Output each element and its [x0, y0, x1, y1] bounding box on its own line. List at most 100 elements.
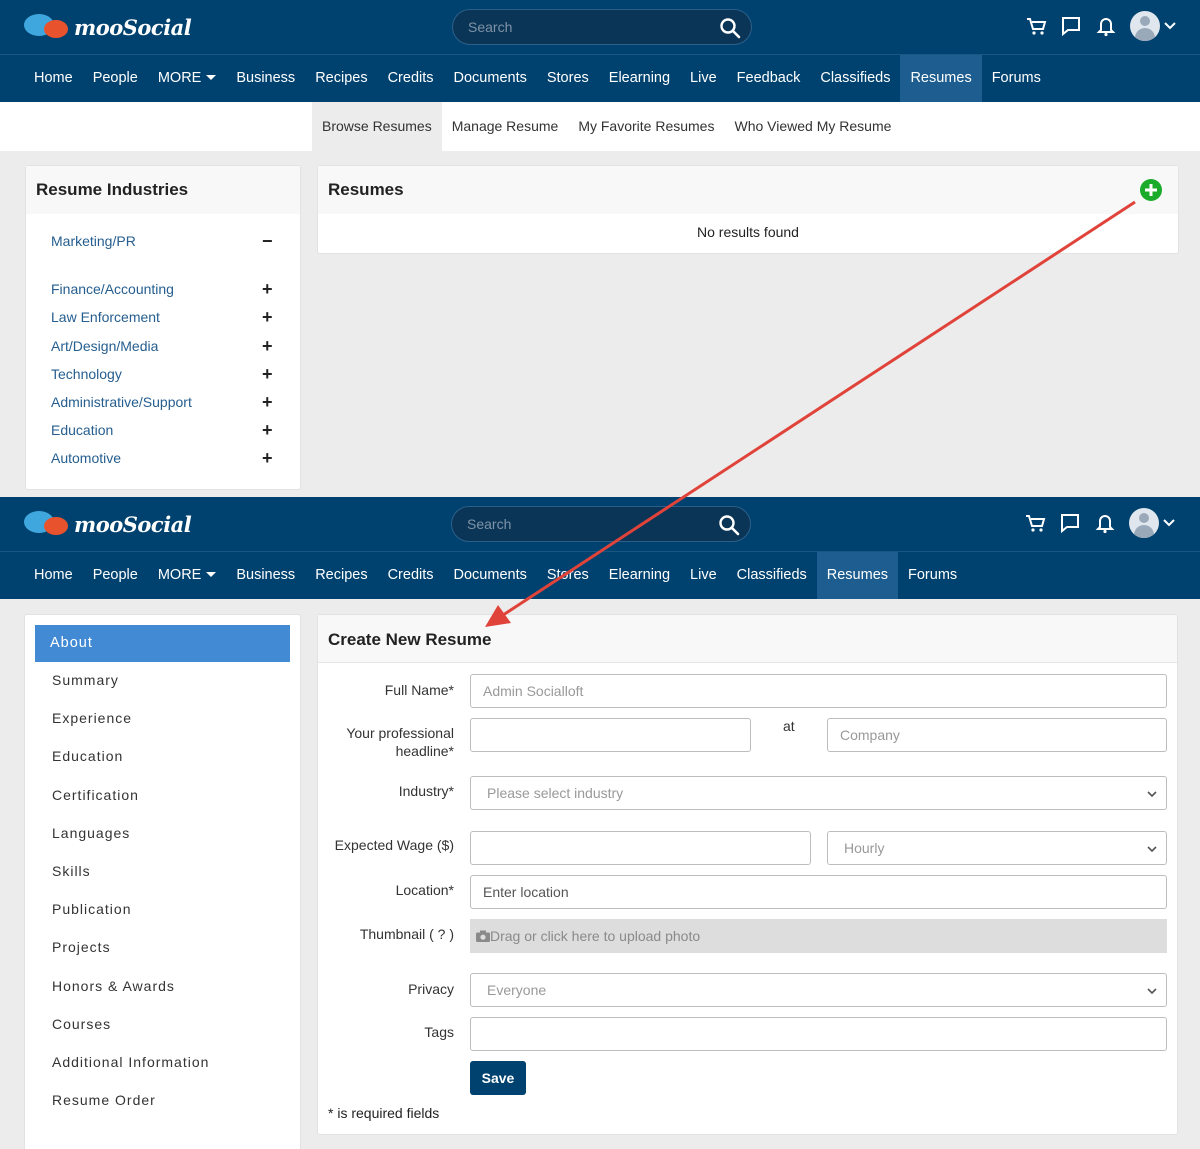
- cart-icon[interactable]: [1024, 512, 1046, 534]
- nav-item-stores[interactable]: Stores: [537, 552, 599, 599]
- bell-icon[interactable]: [1095, 15, 1117, 37]
- nav-item-recipes[interactable]: Recipes: [305, 552, 377, 599]
- nav-item-forums[interactable]: Forums: [982, 55, 1051, 102]
- industries-title: Resume Industries: [26, 166, 300, 214]
- nav-item-live[interactable]: Live: [680, 552, 727, 599]
- sidebar-item-education[interactable]: Education: [52, 748, 123, 764]
- nav-item-feedback[interactable]: Feedback: [727, 55, 811, 102]
- add-resume-icon[interactable]: [1139, 178, 1163, 202]
- nav-label: Resumes: [826, 567, 889, 583]
- user-menu[interactable]: [1129, 508, 1175, 538]
- expand-icon[interactable]: +: [262, 336, 273, 357]
- company-input[interactable]: Company: [827, 718, 1167, 752]
- sidebar-item-summary[interactable]: Summary: [52, 672, 119, 688]
- sidebar-item-projects[interactable]: Projects: [52, 939, 111, 955]
- photo-upload-dropzone[interactable]: Drag or click here to upload photo: [470, 919, 1167, 953]
- wage-unit-select[interactable]: Hourly: [827, 831, 1167, 865]
- nav-item-forums[interactable]: Forums: [898, 552, 967, 599]
- nav-item-business[interactable]: Business: [226, 55, 305, 102]
- user-menu[interactable]: [1130, 11, 1176, 41]
- nav-item-more[interactable]: MORE: [148, 55, 227, 102]
- sidebar-item-experience[interactable]: Experience: [52, 710, 132, 726]
- sidebar-item-additional-information[interactable]: Additional Information: [52, 1054, 209, 1070]
- site-logo-2[interactable]: mooSocial: [24, 509, 192, 539]
- sidebar-item-about[interactable]: About: [35, 625, 290, 662]
- industry-item-automotive[interactable]: Automotive: [51, 450, 121, 466]
- nav-item-documents[interactable]: Documents: [444, 552, 537, 599]
- expand-icon[interactable]: +: [262, 307, 273, 328]
- nav-item-credits[interactable]: Credits: [378, 552, 444, 599]
- messages-icon[interactable]: [1059, 512, 1081, 534]
- sidebar-item-publication[interactable]: Publication: [52, 901, 132, 917]
- nav-label: Recipes: [315, 567, 368, 583]
- subnav-manage-resume[interactable]: Manage Resume: [442, 102, 569, 151]
- logo-icon: [24, 12, 70, 42]
- headline-input[interactable]: [470, 718, 751, 752]
- sidebar-item-resume-order[interactable]: Resume Order: [52, 1092, 156, 1108]
- search-icon[interactable]: [719, 17, 741, 39]
- site-logo[interactable]: mooSocial: [24, 12, 192, 42]
- nav-item-business[interactable]: Business: [226, 552, 305, 599]
- tags-input[interactable]: [470, 1017, 1167, 1051]
- nav-item-classifieds[interactable]: Classifieds: [810, 55, 900, 102]
- nav-item-live[interactable]: Live: [680, 55, 727, 102]
- nav-label: Forums: [908, 567, 958, 583]
- industry-item-finance-accounting[interactable]: Finance/Accounting: [51, 281, 174, 297]
- no-results-text: No results found: [697, 224, 799, 240]
- nav-item-home[interactable]: Home: [24, 552, 83, 599]
- expand-icon[interactable]: +: [262, 279, 273, 300]
- sidebar-item-courses[interactable]: Courses: [52, 1016, 111, 1032]
- wage-input[interactable]: [470, 831, 811, 865]
- nav-item-elearning[interactable]: Elearning: [599, 55, 680, 102]
- nav-item-documents[interactable]: Documents: [444, 55, 537, 102]
- logo-icon: [24, 509, 70, 539]
- save-button[interactable]: Save: [470, 1061, 526, 1095]
- subnav-my-favorite-resumes[interactable]: My Favorite Resumes: [568, 102, 724, 151]
- sidebar-item-honors-awards[interactable]: Honors & Awards: [52, 978, 175, 994]
- sidebar-item-certification[interactable]: Certification: [52, 787, 139, 803]
- bell-icon[interactable]: [1094, 512, 1116, 534]
- nav-item-more[interactable]: MORE: [148, 552, 227, 599]
- industry-item-administrative-support[interactable]: Administrative/Support: [51, 394, 192, 410]
- nav-item-recipes[interactable]: Recipes: [305, 55, 377, 102]
- nav-item-stores[interactable]: Stores: [537, 55, 599, 102]
- cart-icon[interactable]: [1025, 15, 1047, 37]
- sidebar-item-skills[interactable]: Skills: [52, 863, 91, 879]
- sidebar-item-languages[interactable]: Languages: [52, 825, 130, 841]
- expand-icon[interactable]: +: [262, 420, 273, 441]
- location-input[interactable]: Enter location: [470, 875, 1167, 909]
- expand-icon[interactable]: +: [262, 364, 273, 385]
- nav-item-people[interactable]: People: [83, 55, 148, 102]
- subnav-who-viewed-my-resume[interactable]: Who Viewed My Resume: [724, 102, 901, 151]
- expand-icon[interactable]: +: [262, 448, 273, 469]
- full-name-input[interactable]: Admin Socialloft: [470, 674, 1167, 708]
- nav-item-people[interactable]: People: [83, 552, 148, 599]
- nav-label: Live: [690, 70, 717, 86]
- chevron-down-icon: [1164, 22, 1176, 30]
- search-input-2[interactable]: Search: [451, 506, 751, 542]
- privacy-select[interactable]: Everyone: [470, 973, 1167, 1007]
- industry-item-education[interactable]: Education: [51, 422, 113, 438]
- messages-icon[interactable]: [1060, 15, 1082, 37]
- brand-name: mooSocial: [74, 14, 192, 40]
- nav-item-resumes[interactable]: Resumes: [816, 552, 899, 599]
- industry-item-marketing-pr[interactable]: Marketing/PR: [51, 233, 136, 249]
- nav-item-classifieds[interactable]: Classifieds: [727, 552, 817, 599]
- resumes-title: Resumes: [318, 166, 1178, 214]
- nav-item-home[interactable]: Home: [24, 55, 83, 102]
- industry-item-art-design-media[interactable]: Art/Design/Media: [51, 338, 158, 354]
- industry-select[interactable]: Please select industry: [470, 776, 1167, 810]
- subnav-browse-resumes[interactable]: Browse Resumes: [312, 102, 442, 151]
- nav-label: Feedback: [736, 70, 801, 86]
- nav-item-credits[interactable]: Credits: [378, 55, 444, 102]
- search-icon[interactable]: [718, 514, 740, 536]
- privacy-value: Everyone: [487, 982, 547, 998]
- search-input[interactable]: Search: [452, 9, 752, 45]
- nav-item-resumes[interactable]: Resumes: [900, 55, 982, 102]
- industry-item-law-enforcement[interactable]: Law Enforcement: [51, 309, 160, 325]
- nav-label: Elearning: [608, 567, 671, 583]
- expand-icon[interactable]: +: [262, 392, 273, 413]
- industry-item-technology[interactable]: Technology: [51, 366, 122, 382]
- collapse-icon[interactable]: −: [262, 231, 273, 252]
- nav-item-elearning[interactable]: Elearning: [599, 552, 680, 599]
